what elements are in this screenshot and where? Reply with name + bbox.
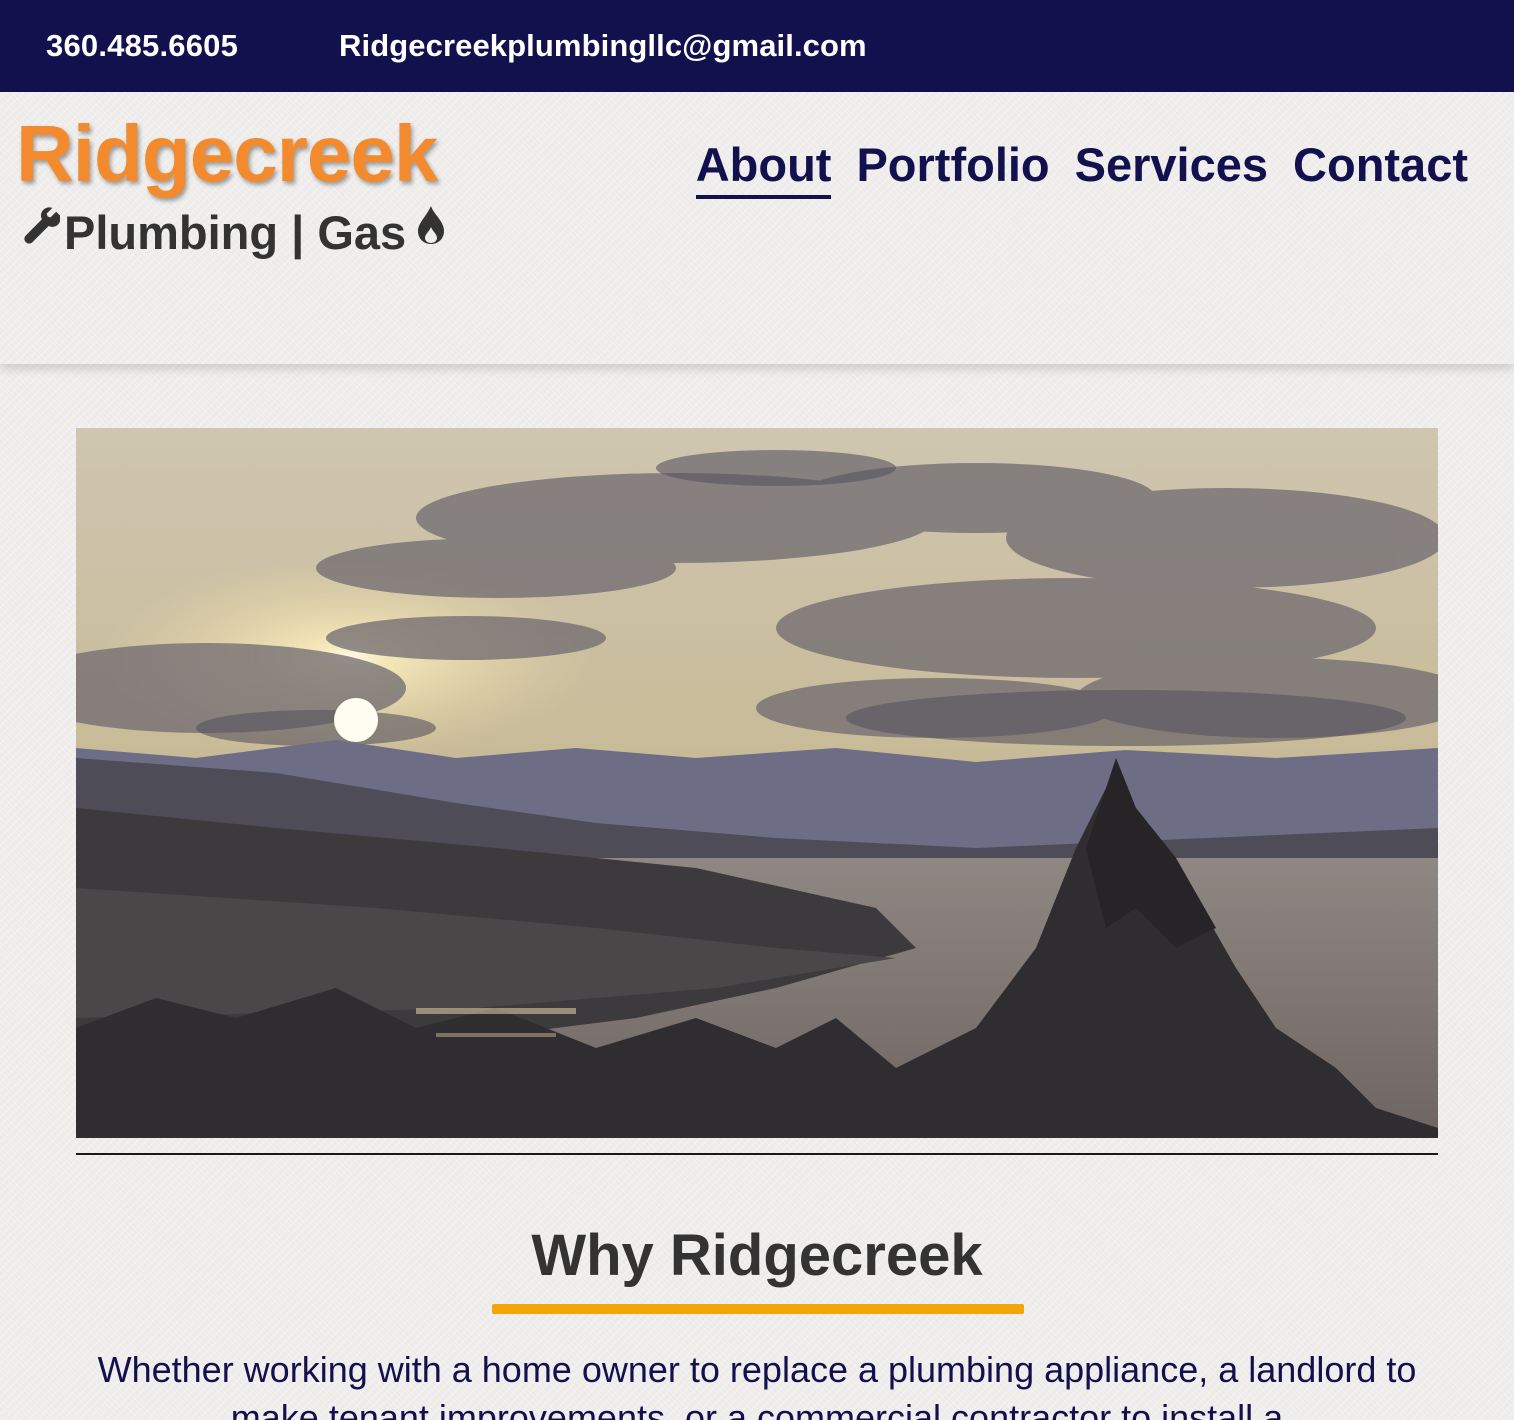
section-body-text: Whether working with a home owner to rep…: [97, 1349, 1417, 1420]
wrench-icon: [24, 207, 60, 244]
site-header: Ridgecreek Plumbing | Gas About Portfoli…: [0, 92, 1514, 364]
nav-about[interactable]: About: [695, 137, 832, 199]
nav-services[interactable]: Services: [1075, 137, 1268, 199]
lake-sunset-illustration: [76, 428, 1438, 1138]
hero-image-lake-sunset: [76, 428, 1438, 1138]
logo-subtitle-row: Plumbing | Gas: [22, 202, 446, 262]
logo-title[interactable]: Ridgecreek: [16, 108, 438, 200]
phone-number[interactable]: 360.485.6605: [46, 28, 238, 64]
logo-subtitle: Plumbing | Gas: [64, 205, 407, 259]
title-underline: [492, 1304, 1024, 1314]
nav-portfolio[interactable]: Portfolio: [856, 137, 1049, 199]
nav-contact[interactable]: Contact: [1293, 137, 1468, 199]
section-divider: [76, 1153, 1438, 1155]
top-contact-bar: 360.485.6605 Ridgecreekplumbingllc@gmail…: [0, 0, 1514, 92]
email-address[interactable]: Ridgecreekplumbingllc@gmail.com: [339, 28, 867, 64]
main-nav: About Portfolio Services Contact: [695, 137, 1468, 199]
flame-icon: [418, 206, 445, 244]
section-title: Why Ridgecreek: [531, 1223, 983, 1288]
